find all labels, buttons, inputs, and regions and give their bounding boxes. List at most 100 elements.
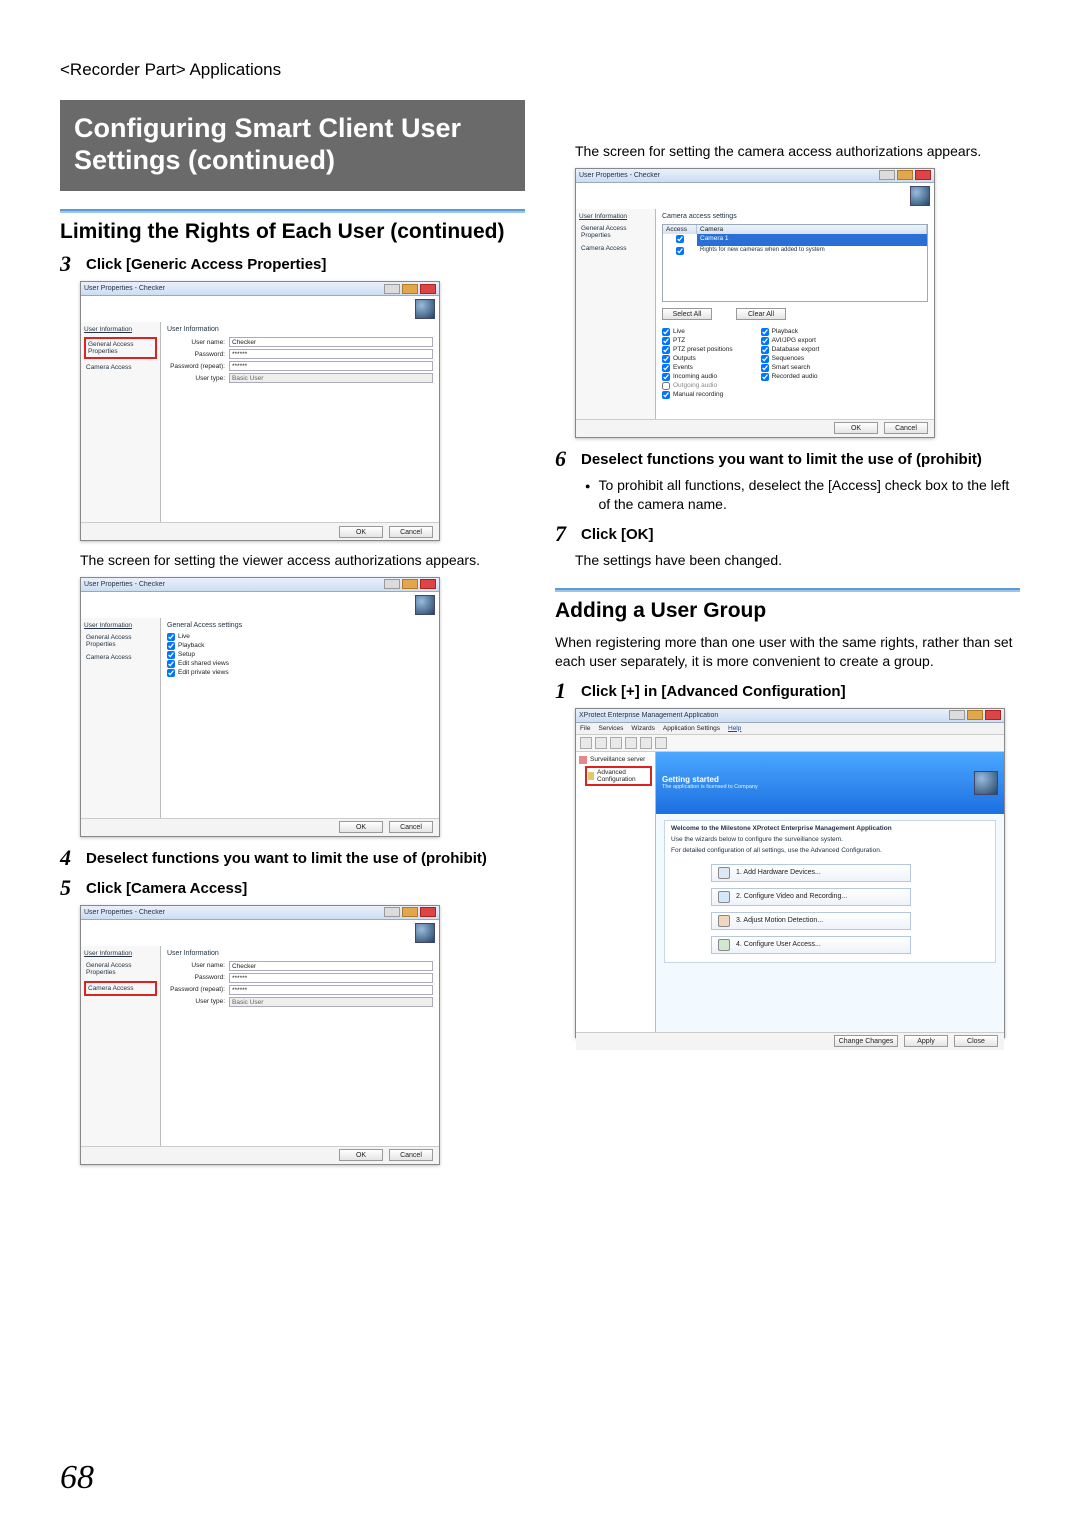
usertype-field[interactable]: Basic User bbox=[229, 997, 433, 1007]
sidebar-item-camera[interactable]: Camera Access bbox=[84, 653, 157, 662]
window-title: User Properties - Checker bbox=[84, 581, 165, 588]
checkbox-ptz[interactable]: PTZ bbox=[662, 337, 733, 345]
checkbox-recorded-audio[interactable]: Recorded audio bbox=[761, 373, 820, 381]
row-checkbox[interactable] bbox=[676, 235, 684, 243]
menu-file[interactable]: File bbox=[580, 725, 590, 732]
screenshot-general-access-settings: User Properties - Checker User Informati… bbox=[80, 577, 440, 837]
window-maximize-icon[interactable] bbox=[402, 579, 418, 589]
sidebar-item-camera[interactable]: Camera Access bbox=[84, 363, 157, 372]
apply-button[interactable]: Apply bbox=[904, 1035, 948, 1047]
password-field[interactable]: ****** bbox=[229, 973, 433, 983]
toolbar-icon[interactable] bbox=[655, 737, 667, 749]
sidebar-item-camera[interactable]: Camera Access bbox=[84, 981, 157, 996]
sidebar-item-generic[interactable]: General Access Properties bbox=[84, 961, 157, 977]
hardware-icon bbox=[718, 867, 730, 879]
window-close-icon[interactable] bbox=[985, 710, 1001, 720]
clear-all-button[interactable]: Clear All bbox=[736, 308, 786, 320]
wizard-adjust-motion[interactable]: 3. Adjust Motion Detection... bbox=[711, 912, 911, 930]
tree-node-server[interactable]: Surveillance server bbox=[579, 756, 652, 764]
ok-button[interactable]: OK bbox=[834, 422, 878, 434]
step-6: 6 Deselect functions you want to limit t… bbox=[555, 448, 1020, 470]
sidebar-item-camera[interactable]: Camera Access bbox=[579, 244, 652, 253]
step-label: Click [Camera Access] bbox=[86, 877, 247, 899]
close-button[interactable]: Close bbox=[954, 1035, 998, 1047]
step-number: 1 bbox=[555, 680, 573, 702]
ok-button[interactable]: OK bbox=[339, 821, 383, 833]
wizard-configure-video[interactable]: 2. Configure Video and Recording... bbox=[711, 888, 911, 906]
toolbar-icon[interactable] bbox=[640, 737, 652, 749]
sidebar-item-user-info[interactable]: User Information bbox=[84, 622, 157, 629]
sidebar-item-generic[interactable]: General Access Properties bbox=[84, 633, 157, 649]
window-maximize-icon[interactable] bbox=[967, 710, 983, 720]
password-repeat-field[interactable]: ****** bbox=[229, 985, 433, 995]
window-minimize-icon[interactable] bbox=[384, 907, 400, 917]
ok-button[interactable]: OK bbox=[339, 1149, 383, 1161]
sidebar-item-user-info[interactable]: User Information bbox=[84, 326, 157, 333]
usertype-field[interactable]: Basic User bbox=[229, 373, 433, 383]
username-field[interactable]: Checker bbox=[229, 961, 433, 971]
window-close-icon[interactable] bbox=[420, 579, 436, 589]
menu-services[interactable]: Services bbox=[598, 725, 623, 732]
wizard-add-hardware[interactable]: 1. Add Hardware Devices... bbox=[711, 864, 911, 882]
toolbar-icon[interactable] bbox=[610, 737, 622, 749]
row-checkbox[interactable] bbox=[676, 247, 684, 255]
checkbox-edit-private[interactable]: Edit private views bbox=[167, 669, 433, 677]
checkbox-playback[interactable]: Playback bbox=[761, 328, 820, 336]
checkbox-live[interactable]: Live bbox=[662, 328, 733, 336]
sidebar-item-user-info[interactable]: User Information bbox=[84, 950, 157, 957]
window-maximize-icon[interactable] bbox=[402, 907, 418, 917]
checkbox-db-export[interactable]: Database export bbox=[761, 346, 820, 354]
table-row[interactable]: Rights for new cameras when added to sys… bbox=[663, 246, 927, 258]
checkbox-smart-search[interactable]: Smart search bbox=[761, 364, 820, 372]
checkbox-avi-jpg[interactable]: AVI/JPG export bbox=[761, 337, 820, 345]
window-close-icon[interactable] bbox=[420, 284, 436, 294]
menu-help[interactable]: Help bbox=[728, 725, 741, 732]
window-maximize-icon[interactable] bbox=[897, 170, 913, 180]
motion-icon bbox=[718, 915, 730, 927]
cancel-button[interactable]: Cancel bbox=[389, 1149, 433, 1161]
checkbox-playback[interactable]: Playback bbox=[167, 642, 433, 650]
checkbox-ptz-preset[interactable]: PTZ preset positions bbox=[662, 346, 733, 354]
checkbox-setup[interactable]: Setup bbox=[167, 651, 433, 659]
menu-app-settings[interactable]: Application Settings bbox=[663, 725, 720, 732]
checkbox-outputs[interactable]: Outputs bbox=[662, 355, 733, 363]
sidebar-item-generic[interactable]: General Access Properties bbox=[579, 224, 652, 240]
cancel-button[interactable]: Cancel bbox=[884, 422, 928, 434]
password-field[interactable]: ****** bbox=[229, 349, 433, 359]
checkbox-edit-shared[interactable]: Edit shared views bbox=[167, 660, 433, 668]
toolbar-icon[interactable] bbox=[580, 737, 592, 749]
ok-button[interactable]: OK bbox=[339, 526, 383, 538]
window-minimize-icon[interactable] bbox=[949, 710, 965, 720]
menu-wizards[interactable]: Wizards bbox=[631, 725, 654, 732]
step-7-result: The settings have been changed. bbox=[575, 551, 1020, 571]
toolbar-icon[interactable] bbox=[625, 737, 637, 749]
menu-bar[interactable]: File Services Wizards Application Settin… bbox=[576, 723, 1004, 735]
checkbox-sequences[interactable]: Sequences bbox=[761, 355, 820, 363]
window-close-icon[interactable] bbox=[915, 170, 931, 180]
toolbar-icon[interactable] bbox=[595, 737, 607, 749]
section-intro: When registering more than one user with… bbox=[555, 633, 1020, 672]
cancel-button[interactable]: Cancel bbox=[389, 821, 433, 833]
checkbox-events[interactable]: Events bbox=[662, 364, 733, 372]
checkbox-live[interactable]: Live bbox=[167, 633, 433, 641]
select-all-button[interactable]: Select All bbox=[662, 308, 712, 320]
sidebar-item-user-info[interactable]: User Information bbox=[579, 213, 652, 220]
window-minimize-icon[interactable] bbox=[879, 170, 895, 180]
change-button[interactable]: Change Changes bbox=[834, 1035, 898, 1047]
window-minimize-icon[interactable] bbox=[384, 579, 400, 589]
password-repeat-field[interactable]: ****** bbox=[229, 361, 433, 371]
window-minimize-icon[interactable] bbox=[384, 284, 400, 294]
checkbox-manual-recording[interactable]: Manual recording bbox=[662, 391, 733, 399]
window-title: XProtect Enterprise Management Applicati… bbox=[579, 712, 718, 719]
username-field[interactable]: Checker bbox=[229, 337, 433, 347]
wizard-configure-user-access[interactable]: 4. Configure User Access... bbox=[711, 936, 911, 954]
label-password-repeat: Password (repeat): bbox=[167, 363, 225, 370]
checkbox-outgoing-audio[interactable]: Outgoing audio bbox=[662, 382, 733, 390]
tree-node-advanced-config[interactable]: Advanced Configuration bbox=[585, 766, 652, 786]
cancel-button[interactable]: Cancel bbox=[389, 526, 433, 538]
checkbox-incoming-audio[interactable]: Incoming audio bbox=[662, 373, 733, 381]
window-maximize-icon[interactable] bbox=[402, 284, 418, 294]
window-close-icon[interactable] bbox=[420, 907, 436, 917]
table-row[interactable]: Camera 1 bbox=[663, 234, 927, 246]
sidebar-item-generic[interactable]: General Access Properties bbox=[84, 337, 157, 359]
